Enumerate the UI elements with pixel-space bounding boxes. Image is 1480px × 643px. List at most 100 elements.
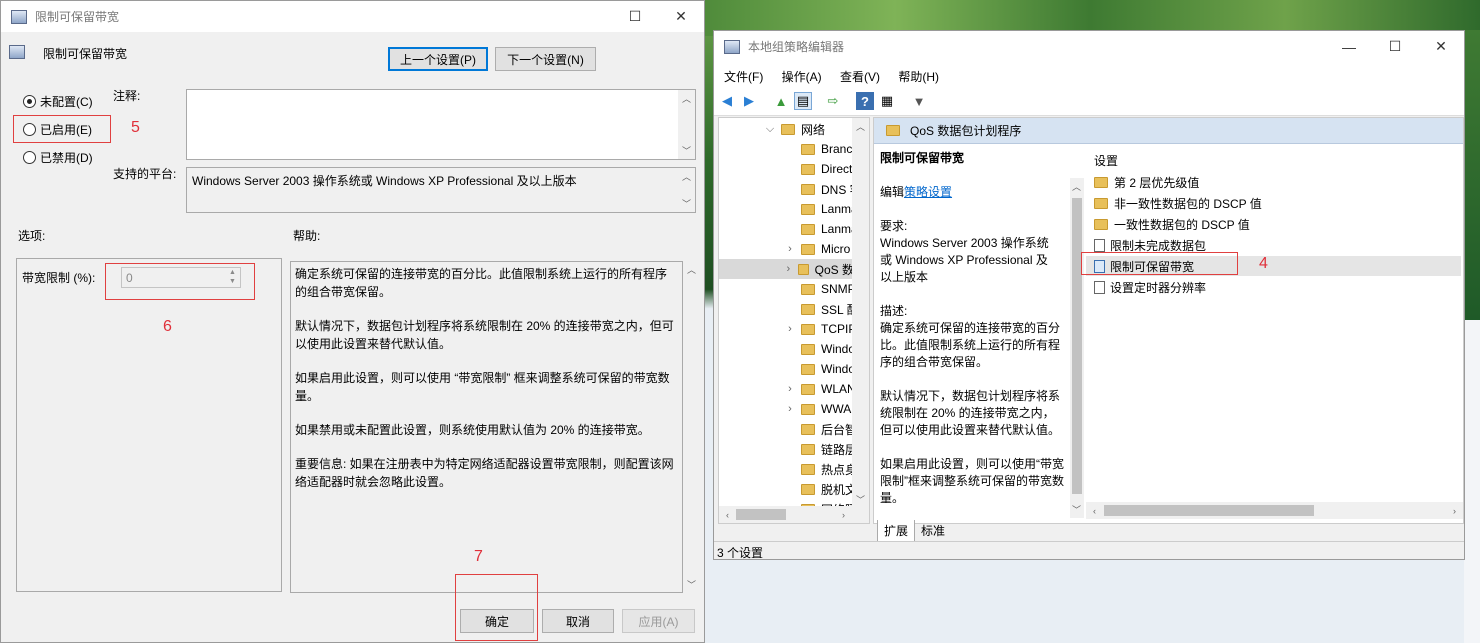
tree-item[interactable]: › QoS 数: [719, 259, 854, 279]
tree-vscroll[interactable]: ︿ ﹀: [852, 118, 869, 508]
apply-button[interactable]: 应用(A): [622, 609, 695, 633]
maximize-button[interactable]: ☐: [1372, 31, 1418, 62]
scroll-thumb[interactable]: [1072, 198, 1082, 494]
scroll-up-icon[interactable]: ︿: [678, 90, 695, 107]
platform-scrollbar[interactable]: ︿ ﹀: [678, 168, 695, 212]
tree-item[interactable]: ⌵ 网络: [719, 119, 825, 139]
scroll-down-icon[interactable]: ﹀: [678, 195, 695, 212]
scroll-up-icon[interactable]: ︿: [683, 261, 700, 278]
scroll-thumb[interactable]: [736, 509, 786, 520]
menu-view[interactable]: 查看(V): [840, 70, 880, 84]
tree-item[interactable]: › WLAN: [719, 379, 856, 399]
tree-item[interactable]: 脱机文: [719, 479, 857, 499]
mmc-titlebar: 本地组策略编辑器 — ☐ ✕: [714, 31, 1464, 62]
tree-item[interactable]: 链路层: [719, 439, 857, 459]
minimize-button[interactable]: —: [1326, 31, 1372, 62]
tab-extended[interactable]: 扩展: [877, 520, 916, 542]
properties-icon[interactable]: ▦: [878, 92, 896, 110]
annotation-box-enabled: [13, 115, 111, 143]
scroll-right-icon[interactable]: ›: [1446, 502, 1463, 519]
policy-icon: [9, 45, 25, 59]
tree-item[interactable]: 热点身: [719, 459, 857, 479]
tree-item[interactable]: DNS 客: [719, 179, 862, 199]
tree-item[interactable]: SSL 配: [719, 299, 859, 319]
comment-textarea[interactable]: ︿ ﹀: [186, 89, 696, 160]
expander-icon[interactable]: ›: [783, 243, 797, 255]
desc-line: [880, 371, 1070, 388]
tree-item[interactable]: Lanma: [719, 199, 858, 219]
tree-list: ⌵ 网络 Brancl Direct DNS 客 Lanma Lanma › Micro › QoS…: [719, 118, 862, 517]
tree-item[interactable]: Windo: [719, 359, 855, 379]
mmc-title: 本地组策略编辑器: [748, 40, 845, 54]
scroll-down-icon[interactable]: ﹀: [1068, 501, 1085, 518]
radio-disabled[interactable]: 已禁用(D): [23, 149, 93, 166]
scroll-left-icon[interactable]: ‹: [719, 506, 736, 523]
scroll-up-icon[interactable]: ︿: [1068, 178, 1085, 195]
maximize-button[interactable]: ☐: [612, 1, 658, 32]
desc-title: 限制可保留带宽: [880, 151, 965, 165]
status-text: 3 个设置: [717, 546, 764, 560]
cancel-button[interactable]: 取消: [542, 609, 614, 633]
prev-setting-button[interactable]: 上一个设置(P): [388, 47, 488, 71]
forward-arrow-icon[interactable]: ▶: [740, 92, 758, 110]
scroll-left-icon[interactable]: ‹: [1086, 502, 1103, 519]
tree-item-label: Direct: [821, 162, 853, 176]
tree-item[interactable]: › Micro: [719, 239, 850, 259]
list-header-settings[interactable]: 设置: [1094, 152, 1118, 169]
tree-item[interactable]: › TCPIP: [719, 319, 856, 339]
list-item-label: 限制未完成数据包: [1110, 238, 1207, 253]
tab-standard[interactable]: 标准: [915, 520, 952, 542]
folder-icon: [1094, 176, 1108, 188]
radio-not-configured[interactable]: 未配置(C): [23, 93, 93, 110]
edit-policy-link[interactable]: 策略设置: [904, 185, 952, 199]
menu-file[interactable]: 文件(F): [724, 70, 763, 84]
help-scrollbar[interactable]: ︿ ﹀: [685, 261, 699, 593]
tree-item[interactable]: Brancl: [719, 139, 855, 159]
tree-hscroll[interactable]: ‹ ›: [719, 506, 869, 523]
help-icon[interactable]: ?: [856, 92, 874, 110]
close-button[interactable]: ✕: [658, 1, 704, 32]
list-item[interactable]: 设置定时器分辨率: [1086, 277, 1461, 297]
expander-icon[interactable]: ›: [783, 323, 797, 335]
tree-item[interactable]: Direct: [719, 159, 852, 179]
scroll-down-icon[interactable]: ﹀: [678, 142, 695, 159]
tree-item[interactable]: › WWAN: [719, 399, 860, 419]
options-label: 选项:: [18, 229, 46, 243]
scroll-up-icon[interactable]: ︿: [852, 118, 869, 135]
filter-icon[interactable]: ▼: [910, 92, 928, 110]
scroll-thumb[interactable]: [1104, 505, 1314, 516]
list-item[interactable]: 非一致性数据包的 DSCP 值: [1086, 193, 1461, 213]
close-button[interactable]: ✕: [1418, 31, 1464, 62]
scroll-up-icon[interactable]: ︿: [678, 168, 695, 185]
tree-item[interactable]: Lanma: [719, 219, 858, 239]
desc-line: Windows Server 2003 操作系统: [880, 236, 1049, 250]
scroll-down-icon[interactable]: ﹀: [683, 576, 700, 593]
back-arrow-icon[interactable]: ◀: [718, 92, 736, 110]
next-setting-button[interactable]: 下一个设置(N): [495, 47, 596, 71]
folder-icon: [801, 223, 815, 235]
expander-icon[interactable]: ⌵: [763, 123, 777, 136]
platform-text: Windows Server 2003 操作系统或 Windows XP Pro…: [192, 174, 577, 188]
comment-scrollbar[interactable]: ︿ ﹀: [678, 90, 695, 159]
policy-setting-dialog: 限制可保留带宽 ☐ ✕ 限制可保留带宽 上一个设置(P) 下一个设置(N) 未配…: [0, 0, 705, 643]
help-paragraph: 默认情况下，数据包计划程序将系统限制在 20% 的连接带宽之内，但可以使用此设置…: [295, 319, 674, 351]
expander-icon[interactable]: ›: [783, 263, 794, 275]
menu-action[interactable]: 操作(A): [782, 70, 822, 84]
tree-item[interactable]: 后台智: [719, 419, 857, 439]
list-item[interactable]: 第 2 层优先级值: [1086, 172, 1461, 192]
expander-icon[interactable]: ›: [783, 403, 797, 415]
tree-item-label: Micro: [821, 242, 851, 256]
menu-help[interactable]: 帮助(H): [898, 70, 939, 84]
folder-icon: [801, 403, 815, 415]
folder-icon: [801, 363, 815, 375]
show-tree-icon[interactable]: ▤: [794, 92, 812, 110]
description-scrollbar[interactable]: ︿ ﹀: [1070, 178, 1084, 518]
list-item[interactable]: 一致性数据包的 DSCP 值: [1086, 214, 1461, 234]
scroll-right-icon[interactable]: ›: [835, 506, 852, 523]
expander-icon[interactable]: ›: [783, 383, 797, 395]
up-folder-icon[interactable]: ▲: [772, 92, 790, 110]
tree-item[interactable]: Windo: [719, 339, 855, 359]
export-list-icon[interactable]: ⇨: [824, 92, 842, 110]
tree-item[interactable]: SNMP: [719, 279, 856, 299]
list-hscroll[interactable]: ‹ ›: [1086, 502, 1463, 519]
